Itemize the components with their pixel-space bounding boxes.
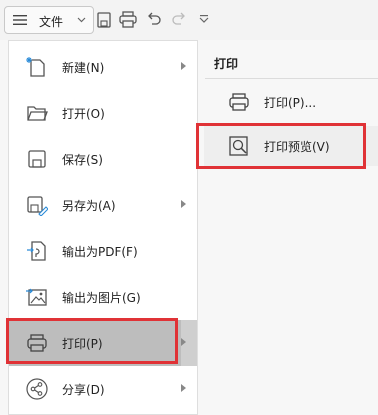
chevron-right-icon	[181, 62, 186, 70]
redo-icon[interactable]	[172, 12, 186, 26]
divider	[205, 78, 378, 79]
share-icon	[26, 378, 48, 400]
chevron-right-icon	[181, 200, 186, 208]
menu-item-open[interactable]: 打开(O)	[9, 90, 197, 136]
file-menu-label: 文件	[39, 15, 64, 29]
export-pdf-icon	[27, 241, 46, 261]
menu-item-label: 输出为PDF(F)	[62, 245, 138, 259]
chevron-right-icon	[181, 384, 186, 392]
menu-item-label: 新建(N)	[62, 61, 105, 75]
menu-item-export-image[interactable]: 输出为图片(G)	[9, 274, 197, 320]
save-as-icon	[27, 196, 48, 216]
menu-item-print[interactable]: 打印(P)	[6, 318, 197, 366]
file-menu-panel: 新建(N) 打开(O) 保存(S) 另存为(A) 输出为PDF(F) 输出为图片…	[6, 40, 198, 415]
file-menu-button[interactable]: 文件	[4, 6, 94, 34]
new-file-icon	[26, 57, 45, 77]
chevron-right-icon	[181, 338, 186, 346]
selection-highlight	[196, 123, 366, 169]
menu-item-save-as[interactable]: 另存为(A)	[9, 182, 197, 228]
submenu-item-print-preview[interactable]: 打印预览(V)	[196, 123, 378, 169]
menu-item-label: 输出为图片(G)	[62, 291, 141, 305]
printer-icon	[229, 93, 249, 111]
menu-item-new[interactable]: 新建(N)	[9, 44, 197, 90]
save-icon	[28, 150, 46, 168]
submenu-title: 打印	[214, 57, 239, 71]
undo-icon[interactable]	[147, 12, 161, 26]
chevron-down-icon[interactable]	[77, 17, 86, 23]
menu-item-label: 保存(S)	[62, 153, 103, 167]
menu-item-label: 另存为(A)	[62, 199, 116, 213]
folder-icon	[27, 106, 48, 121]
submenu-item-print[interactable]: 打印(P)...	[204, 82, 378, 122]
menu-icon	[13, 15, 27, 25]
menu-item-export-pdf[interactable]: 输出为PDF(F)	[9, 228, 197, 274]
selection-highlight	[6, 318, 178, 364]
submenu-item-label: 打印(P)...	[264, 96, 317, 110]
menu-item-share[interactable]: 分享(D)	[9, 366, 197, 412]
quick-access-toolbar: 文件	[0, 0, 378, 40]
menu-item-label: 打开(O)	[62, 107, 105, 121]
menu-item-label: 分享(D)	[62, 383, 105, 397]
save-icon[interactable]	[97, 12, 111, 28]
export-image-icon	[26, 288, 47, 306]
customize-icon[interactable]	[199, 15, 209, 23]
print-icon[interactable]	[119, 11, 137, 28]
menu-item-save[interactable]: 保存(S)	[9, 136, 197, 182]
